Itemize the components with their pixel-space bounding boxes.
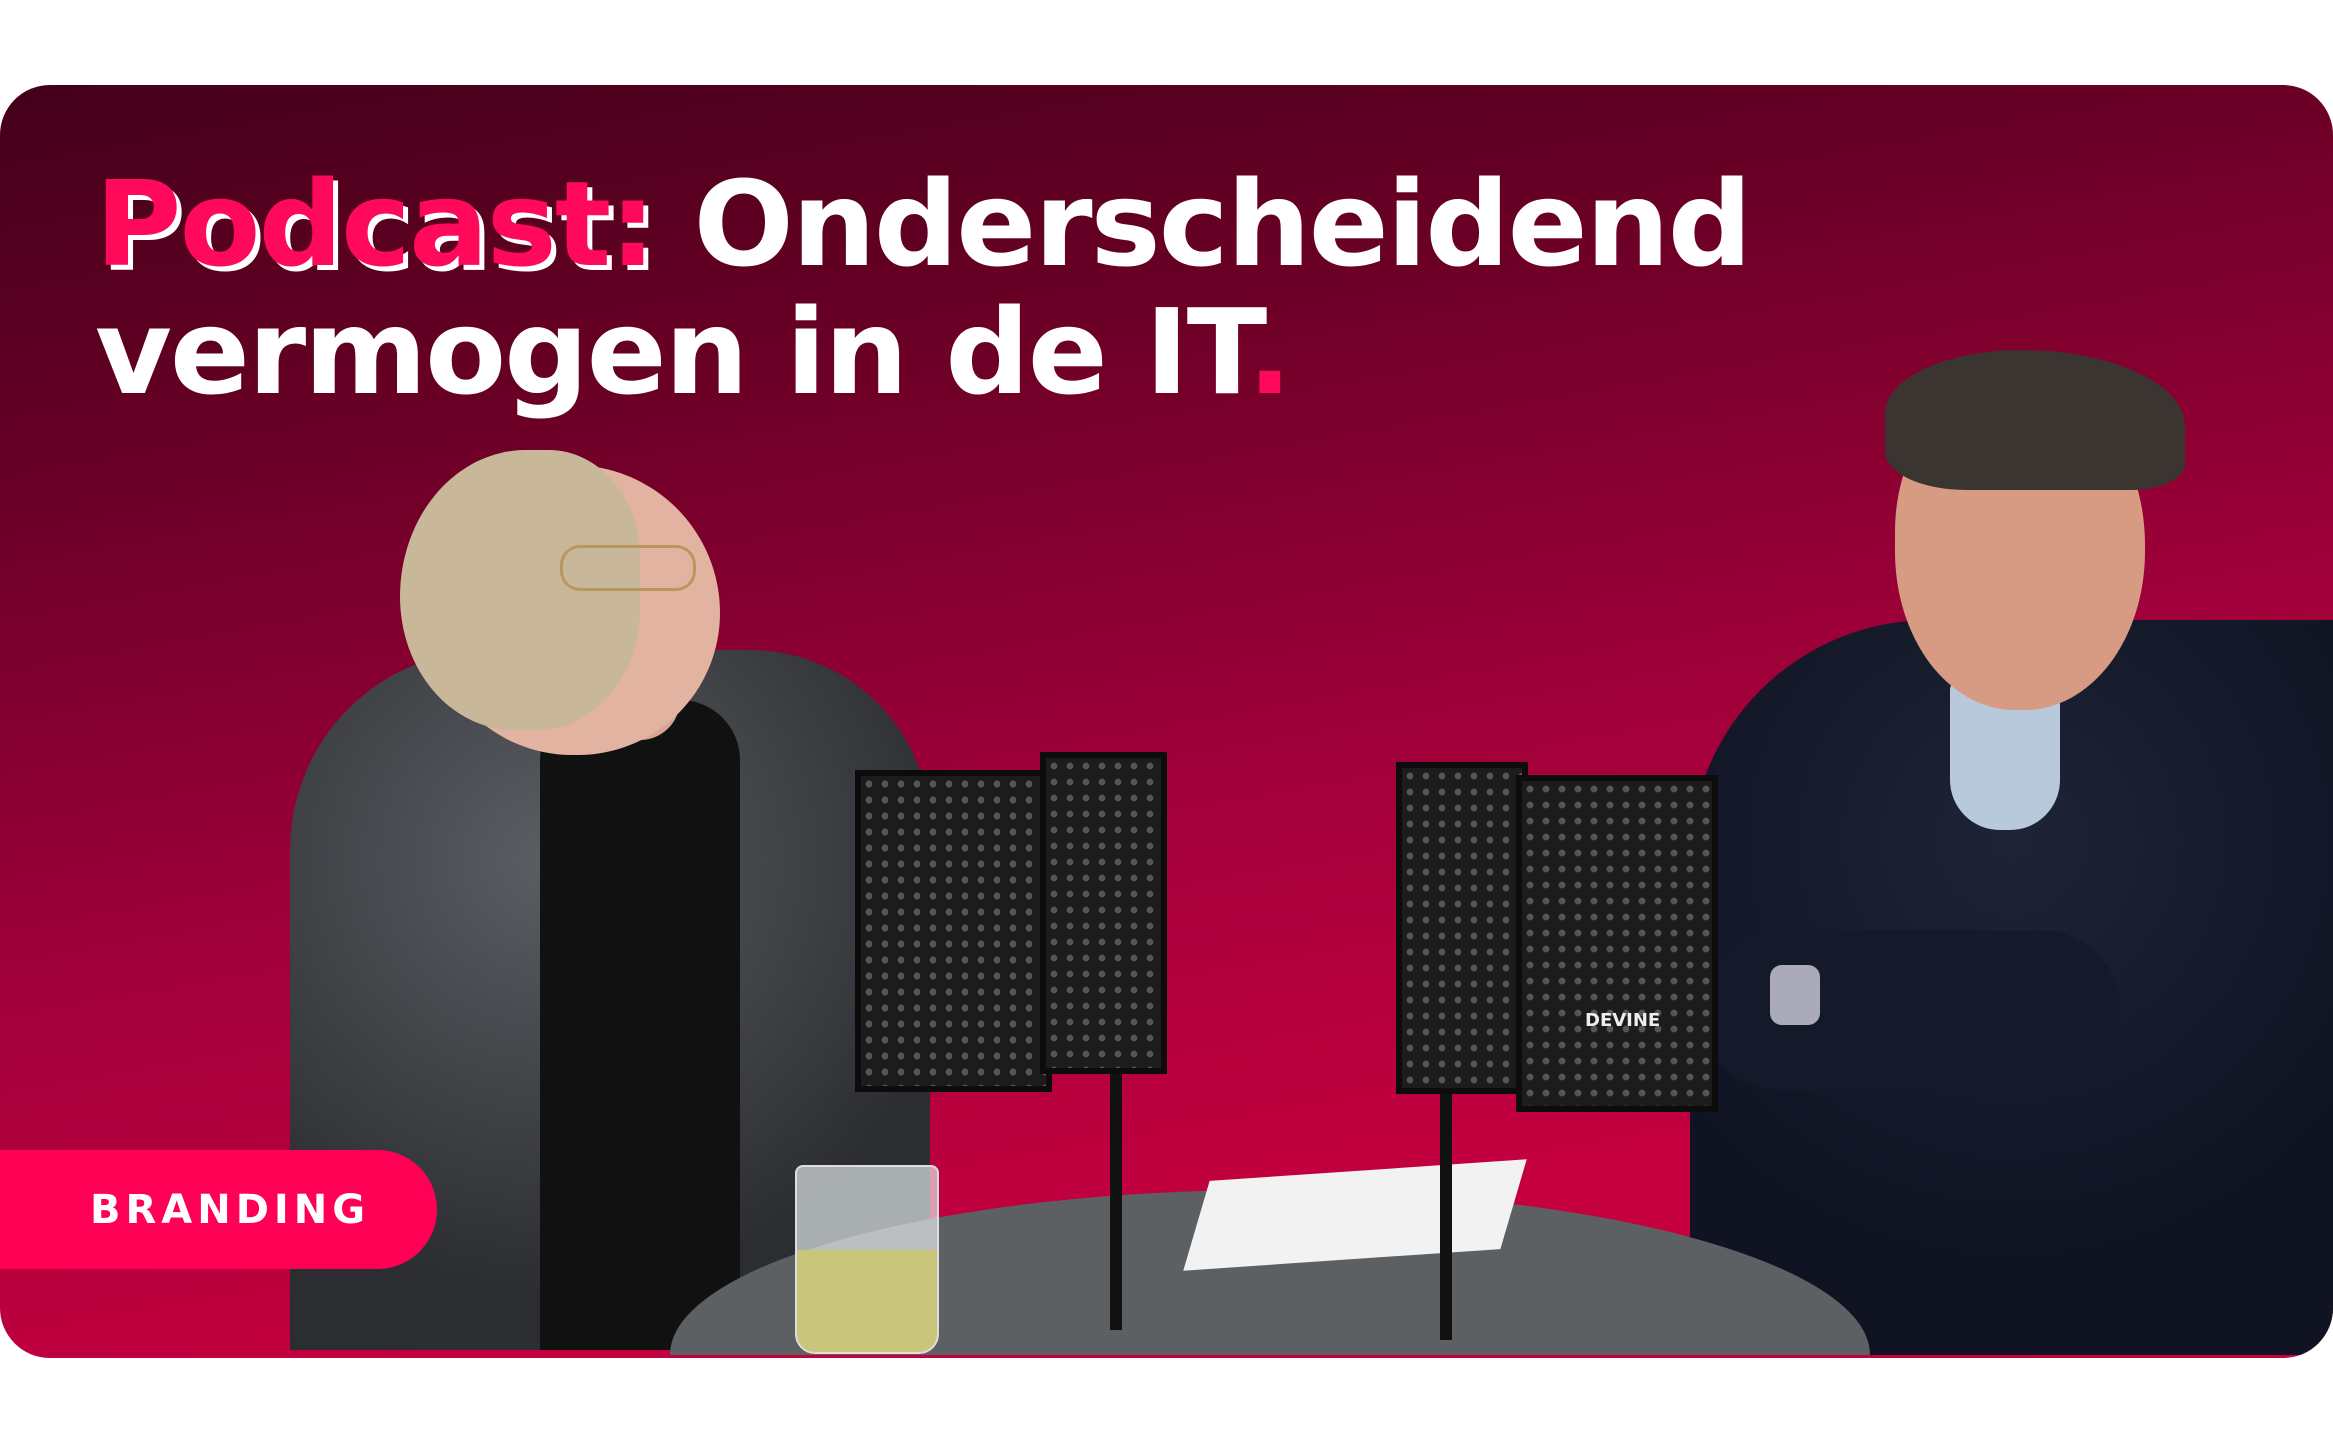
mic-shield-left-wing — [1040, 752, 1167, 1074]
watch — [1770, 965, 1820, 1025]
mic-shield-right-panel — [1516, 775, 1718, 1112]
woman-shirt — [540, 700, 740, 1350]
man-folded-arms — [1700, 930, 2120, 1090]
title-line1: Onderscheidend — [654, 155, 1753, 293]
man-hair — [1885, 350, 2185, 490]
mic-stand-left — [1110, 1060, 1122, 1330]
title-end-dot: . — [1247, 283, 1292, 421]
glasses — [560, 545, 696, 591]
mic-stand-right — [1440, 1080, 1452, 1340]
mic-brand-logo: DEVINE — [1585, 1010, 1661, 1031]
drinking-glass — [795, 1165, 939, 1354]
page-title: Podcast: Onderscheidend vermogen in de I… — [95, 160, 1752, 416]
category-badge[interactable]: BRANDING — [0, 1150, 437, 1269]
podcast-banner-card[interactable]: Podcast: Onderscheidend vermogen in de I… — [0, 85, 2333, 1358]
title-highlight: Podcast: — [95, 155, 656, 293]
mic-shield-left-panel — [855, 770, 1052, 1092]
category-badge-label: BRANDING — [90, 1186, 371, 1233]
mic-shield-right-wing — [1396, 762, 1528, 1094]
title-line2: vermogen in de IT — [95, 283, 1249, 421]
